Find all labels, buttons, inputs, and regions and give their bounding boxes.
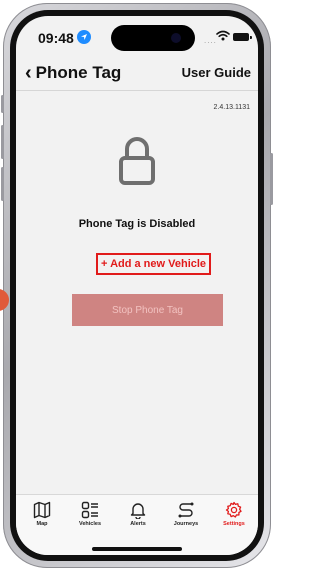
screen: 09:48 .... ‹ Phone Tag User Guide 2.4.13… [16, 16, 258, 555]
map-icon [33, 501, 51, 519]
tab-label-vehicles: Vehicles [78, 521, 102, 527]
tab-label-settings: Settings [223, 521, 245, 527]
side-button-action [1, 95, 4, 113]
battery-icon [233, 33, 252, 41]
gear-icon [225, 501, 242, 518]
user-guide-link[interactable]: User Guide [182, 65, 251, 80]
tab-label-alerts: Alerts [130, 521, 146, 527]
header-divider [16, 90, 258, 91]
page-title: Phone Tag [35, 63, 122, 82]
status-bar: 09:48 .... [16, 16, 258, 56]
tab-label-map: Map [36, 521, 48, 527]
home-indicator [92, 547, 182, 551]
signal-dots: .... [204, 36, 217, 45]
tab-label-journeys: Journeys [173, 521, 199, 527]
phone-frame: 09:48 .... ‹ Phone Tag User Guide 2.4.13… [0, 3, 273, 568]
side-button-power [270, 153, 273, 205]
tab-journeys[interactable]: Journeys [162, 501, 210, 527]
status-time: 09:48 [38, 30, 74, 46]
phone-tag-status-text: Phone Tag is Disabled [78, 218, 196, 230]
side-button-volume-down [1, 167, 4, 201]
dynamic-island [111, 25, 195, 51]
route-icon [178, 502, 194, 518]
vehicles-list-icon [81, 501, 98, 519]
location-arrow-icon [77, 30, 91, 44]
tab-alerts[interactable]: Alerts [114, 501, 162, 527]
app-version: 2.4.13.1131 [213, 104, 250, 111]
add-vehicle-link[interactable]: + Add a new Vehicle [96, 253, 212, 275]
padlock-icon [119, 137, 155, 185]
navigation-bar: ‹ Phone Tag User Guide [16, 58, 258, 88]
back-button[interactable]: ‹ Phone Tag [25, 63, 121, 83]
tab-bar: Map Vehicles Alerts Journeys Settings [16, 494, 258, 555]
side-button-volume-up [1, 125, 4, 159]
tab-map[interactable]: Map [18, 501, 66, 527]
stop-phone-tag-button[interactable]: Stop Phone Tag [72, 294, 223, 326]
tab-vehicles[interactable]: Vehicles [66, 501, 114, 527]
bell-icon [130, 503, 146, 519]
accent-marker [0, 289, 9, 311]
tab-settings[interactable]: Settings [210, 501, 258, 527]
wifi-icon [216, 30, 230, 41]
chevron-left-icon: ‹ [25, 62, 32, 84]
camera-lens [171, 33, 181, 43]
